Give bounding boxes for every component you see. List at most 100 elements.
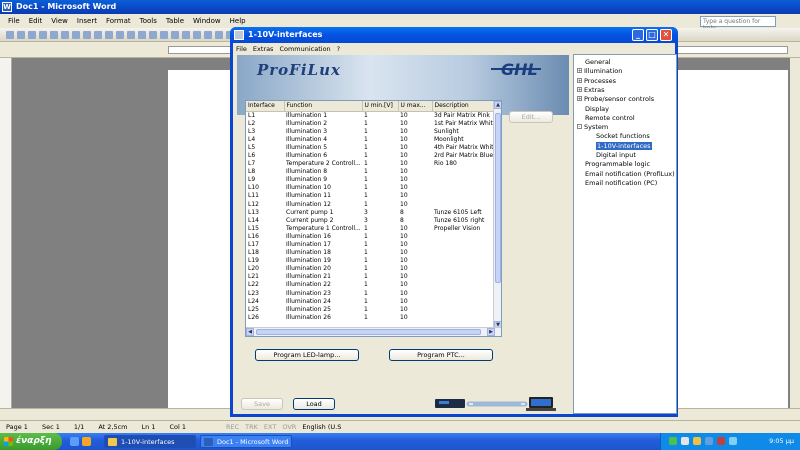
table-row[interactable]: L5 Illumination 5 1 10 4th Pair Matrix White <box>246 144 494 152</box>
expand-icon[interactable]: + <box>577 68 582 74</box>
table-row[interactable]: L14 Current pump 2 3 8 Tunze 6105 right <box>246 217 494 225</box>
tree-item[interactable]: General <box>585 58 611 67</box>
tree-item[interactable]: Digital input <box>596 151 636 160</box>
toolbar-button-icon[interactable] <box>17 31 25 39</box>
expand-icon[interactable]: + <box>577 96 582 102</box>
toolbar-button-icon[interactable] <box>39 31 47 39</box>
table-row[interactable]: L3 Illumination 3 1 10 Sunlight <box>246 128 494 136</box>
table-row[interactable]: L13 Current pump 1 3 8 Tunze 6105 Left <box>246 209 494 217</box>
toolbar-button-icon[interactable] <box>171 31 179 39</box>
tree-item[interactable]: Email notification (PC) <box>585 179 657 188</box>
tree-item[interactable]: Display <box>585 105 609 114</box>
quicklaunch-browser-icon[interactable] <box>82 437 91 446</box>
toolbar-button-icon[interactable] <box>61 31 69 39</box>
table-row[interactable]: L4 Illumination 4 1 10 Moonlight <box>246 136 494 144</box>
table-row[interactable]: L10 Illumination 10 1 10 <box>246 184 494 192</box>
toolbar-button-icon[interactable] <box>127 31 135 39</box>
toolbar-button-icon[interactable] <box>160 31 168 39</box>
table-row[interactable]: L16 Illumination 16 1 10 <box>246 233 494 241</box>
close-icon[interactable]: ✕ <box>660 29 672 41</box>
table-row[interactable]: L17 Illumination 17 1 10 <box>246 241 494 249</box>
toolbar-button-icon[interactable] <box>28 31 36 39</box>
table-row[interactable]: L15 Temperature 1 Controll... 1 10 Propeller… <box>246 225 494 233</box>
table-row[interactable]: L26 Illumination 26 1 10 <box>246 314 494 322</box>
toolbar-button-icon[interactable] <box>215 31 223 39</box>
tray-security-icon[interactable] <box>693 437 701 445</box>
word-menu-help[interactable]: Help <box>230 17 246 25</box>
tray-network-icon[interactable] <box>669 437 677 445</box>
program-ptc-button[interactable]: Program PTC... <box>389 349 493 361</box>
tree-item[interactable]: Socket functions <box>596 132 650 141</box>
table-row[interactable]: L7 Temperature 2 Controll... 1 10 Rio 180 <box>246 160 494 168</box>
dialog-menu-help[interactable]: ? <box>337 45 340 53</box>
toolbar-button-icon[interactable] <box>83 31 91 39</box>
column-header[interactable]: U min.[V] <box>362 101 399 112</box>
collapse-icon[interactable]: - <box>577 124 582 130</box>
toolbar-button-icon[interactable] <box>105 31 113 39</box>
table-row[interactable]: L12 Illumination 12 1 10 <box>246 201 494 209</box>
table-row[interactable]: L22 Illumination 22 1 10 <box>246 281 494 289</box>
table-row[interactable]: L6 Illumination 6 1 10 2rd Pair Matrix Blue <box>246 152 494 160</box>
table-row[interactable]: L23 Illumination 23 1 10 <box>246 290 494 298</box>
save-button[interactable]: Save <box>241 398 283 410</box>
column-header[interactable]: Function <box>284 101 363 112</box>
tray-bluetooth-icon[interactable] <box>729 437 737 445</box>
status-ext[interactable]: EXT <box>264 423 276 431</box>
quicklaunch-desktop-icon[interactable] <box>70 437 79 446</box>
tree-item[interactable]: + Processes <box>577 77 616 86</box>
tree-item[interactable]: Remote control <box>585 114 635 123</box>
status-trk[interactable]: TRK <box>245 423 258 431</box>
expand-icon[interactable]: + <box>577 77 582 83</box>
tree-item[interactable]: + Probe/sensor controls <box>577 95 654 104</box>
table-row[interactable]: L9 Illumination 9 1 10 <box>246 176 494 184</box>
word-menu-edit[interactable]: Edit <box>29 17 43 25</box>
start-button[interactable]: έναρξη <box>0 433 62 450</box>
tray-alert-icon[interactable] <box>717 437 725 445</box>
tree-item[interactable]: + Illumination <box>577 67 622 76</box>
toolbar-button-icon[interactable] <box>193 31 201 39</box>
word-vertical-scrollbar[interactable] <box>790 58 800 408</box>
scroll-right-icon[interactable]: ▶ <box>487 328 495 336</box>
table-row[interactable]: L25 Illumination 25 1 10 <box>246 306 494 314</box>
table-row[interactable]: L20 Illumination 20 1 10 <box>246 265 494 273</box>
tree-item[interactable]: 1-10V-interfaces <box>596 141 652 151</box>
tree-item[interactable]: Programmable logic <box>585 160 650 169</box>
table-row[interactable]: L8 Illumination 8 1 10 <box>246 168 494 176</box>
maximize-icon[interactable]: □ <box>646 29 658 41</box>
word-menu-window[interactable]: Window <box>193 17 221 25</box>
dialog-title-bar[interactable]: 1-10V-interfaces _ □ ✕ <box>230 27 678 43</box>
column-header[interactable]: Description <box>432 101 495 112</box>
table-row[interactable]: L11 Illumination 11 1 10 <box>246 192 494 200</box>
tree-item[interactable]: - System <box>577 123 608 132</box>
load-button[interactable]: Load <box>293 398 335 410</box>
scroll-left-icon[interactable]: ◀ <box>246 328 254 336</box>
tray-volume-icon[interactable] <box>681 437 689 445</box>
hscroll-thumb[interactable] <box>256 329 481 335</box>
scroll-thumb[interactable] <box>495 113 501 283</box>
word-menu-view[interactable]: View <box>51 17 68 25</box>
tray-app-icon[interactable] <box>705 437 713 445</box>
column-header[interactable]: Interface <box>246 101 285 112</box>
status-rec[interactable]: REC <box>226 423 239 431</box>
scroll-up-icon[interactable]: ▲ <box>494 101 501 109</box>
status-ovr[interactable]: OVR <box>282 423 296 431</box>
toolbar-button-icon[interactable] <box>138 31 146 39</box>
toolbar-button-icon[interactable] <box>149 31 157 39</box>
tree-item[interactable]: Email notification (ProfiLux) <box>585 170 675 179</box>
word-menu-format[interactable]: Format <box>106 17 131 25</box>
word-menu-insert[interactable]: Insert <box>77 17 97 25</box>
table-row[interactable]: L2 Illumination 2 1 10 1st Pair Matrix White <box>246 120 494 128</box>
table-row[interactable]: L19 Illumination 19 1 10 <box>246 257 494 265</box>
dialog-menu-file[interactable]: File <box>236 45 247 53</box>
tree-item[interactable]: + Extras <box>577 86 605 95</box>
toolbar-button-icon[interactable] <box>6 31 14 39</box>
task-1-10v-interfaces[interactable]: 1-10V-interfaces <box>104 435 196 448</box>
table-vertical-scrollbar[interactable]: ▲ ▼ <box>493 101 501 329</box>
edit-button[interactable]: Edit... <box>509 111 553 123</box>
table-row[interactable]: L21 Illumination 21 1 10 <box>246 273 494 281</box>
toolbar-button-icon[interactable] <box>204 31 212 39</box>
table-row[interactable]: L24 Illumination 24 1 10 <box>246 298 494 306</box>
toolbar-button-icon[interactable] <box>50 31 58 39</box>
word-menu-table[interactable]: Table <box>166 17 184 25</box>
clock[interactable]: 9:05 μμ <box>769 437 794 445</box>
